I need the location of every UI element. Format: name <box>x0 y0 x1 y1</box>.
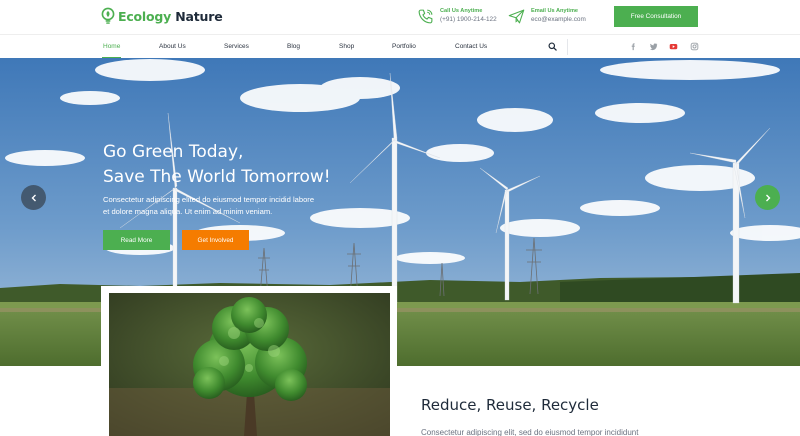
tree-image <box>109 293 390 436</box>
call-number[interactable]: (+91) 1900-214-122 <box>440 15 497 25</box>
email-address[interactable]: eco@example.com <box>531 15 586 25</box>
paper-plane-icon <box>508 9 525 23</box>
section-text: Consectetur adipiscing elit, sed do eius… <box>421 428 639 436</box>
facebook-icon[interactable] <box>629 42 638 51</box>
nav-item-services[interactable]: Services <box>224 35 249 59</box>
hero-title-line-2: Save The World Tomorrow! <box>103 167 331 187</box>
nav-item-about-us[interactable]: About Us <box>159 35 186 59</box>
nav-item-contact-us[interactable]: Contact Us <box>455 35 487 59</box>
section-title: Reduce, Reuse, Recycle <box>421 396 599 414</box>
tree-photo <box>109 293 390 436</box>
chevron-left-icon <box>31 194 36 201</box>
chevron-right-icon <box>765 194 770 201</box>
search-icon[interactable] <box>548 42 557 51</box>
nav-divider <box>567 39 568 55</box>
lightbulb-leaf-icon <box>101 7 115 24</box>
instagram-icon[interactable] <box>690 42 699 51</box>
phone-icon <box>418 9 433 23</box>
logo[interactable]: Ecology Nature <box>101 7 223 25</box>
nav-item-blog[interactable]: Blog <box>287 35 300 59</box>
nav-item-shop[interactable]: Shop <box>339 35 354 59</box>
call-contact: Call Us Anytime (+91) 1900-214-122 <box>417 7 497 25</box>
youtube-icon[interactable] <box>669 42 678 51</box>
hero-description-line-2: et dolore magna aliqua. Ut enim ad minim… <box>103 207 273 216</box>
email-contact: Email Us Anytime eco@example.com <box>508 7 586 25</box>
read-more-button[interactable]: Read More <box>103 230 170 250</box>
nav-item-portfolio[interactable]: Portfolio <box>392 35 416 59</box>
hero-description: Consectetur adipiscing elited do eiusmod… <box>103 194 363 218</box>
email-title: Email Us Anytime <box>531 8 579 14</box>
hero-title: Go Green Today, Save The World Tomorrow! <box>103 140 331 190</box>
brand-word-1: Ecology <box>118 8 172 24</box>
brand-name: Ecology Nature <box>118 8 223 24</box>
main-nav: Home About Us Services Blog Shop Portfol… <box>0 34 800 59</box>
brand-word-2: Nature <box>175 8 223 24</box>
hero-description-line-1: Consectetur adipiscing elited do eiusmod… <box>103 195 315 204</box>
free-consultation-button[interactable]: Free Consultation <box>614 6 698 27</box>
call-title: Call Us Anytime <box>440 8 483 14</box>
nav-item-home[interactable]: Home <box>101 35 122 59</box>
twitter-icon[interactable] <box>649 42 658 51</box>
hero-title-line-1: Go Green Today, <box>103 142 244 162</box>
slider-next-button[interactable] <box>755 185 780 210</box>
top-bar: Ecology Nature Call Us Anytime (+91) 190… <box>0 0 800 34</box>
get-involved-button[interactable]: Get Involved <box>182 230 249 250</box>
slider-prev-button[interactable] <box>21 185 46 210</box>
